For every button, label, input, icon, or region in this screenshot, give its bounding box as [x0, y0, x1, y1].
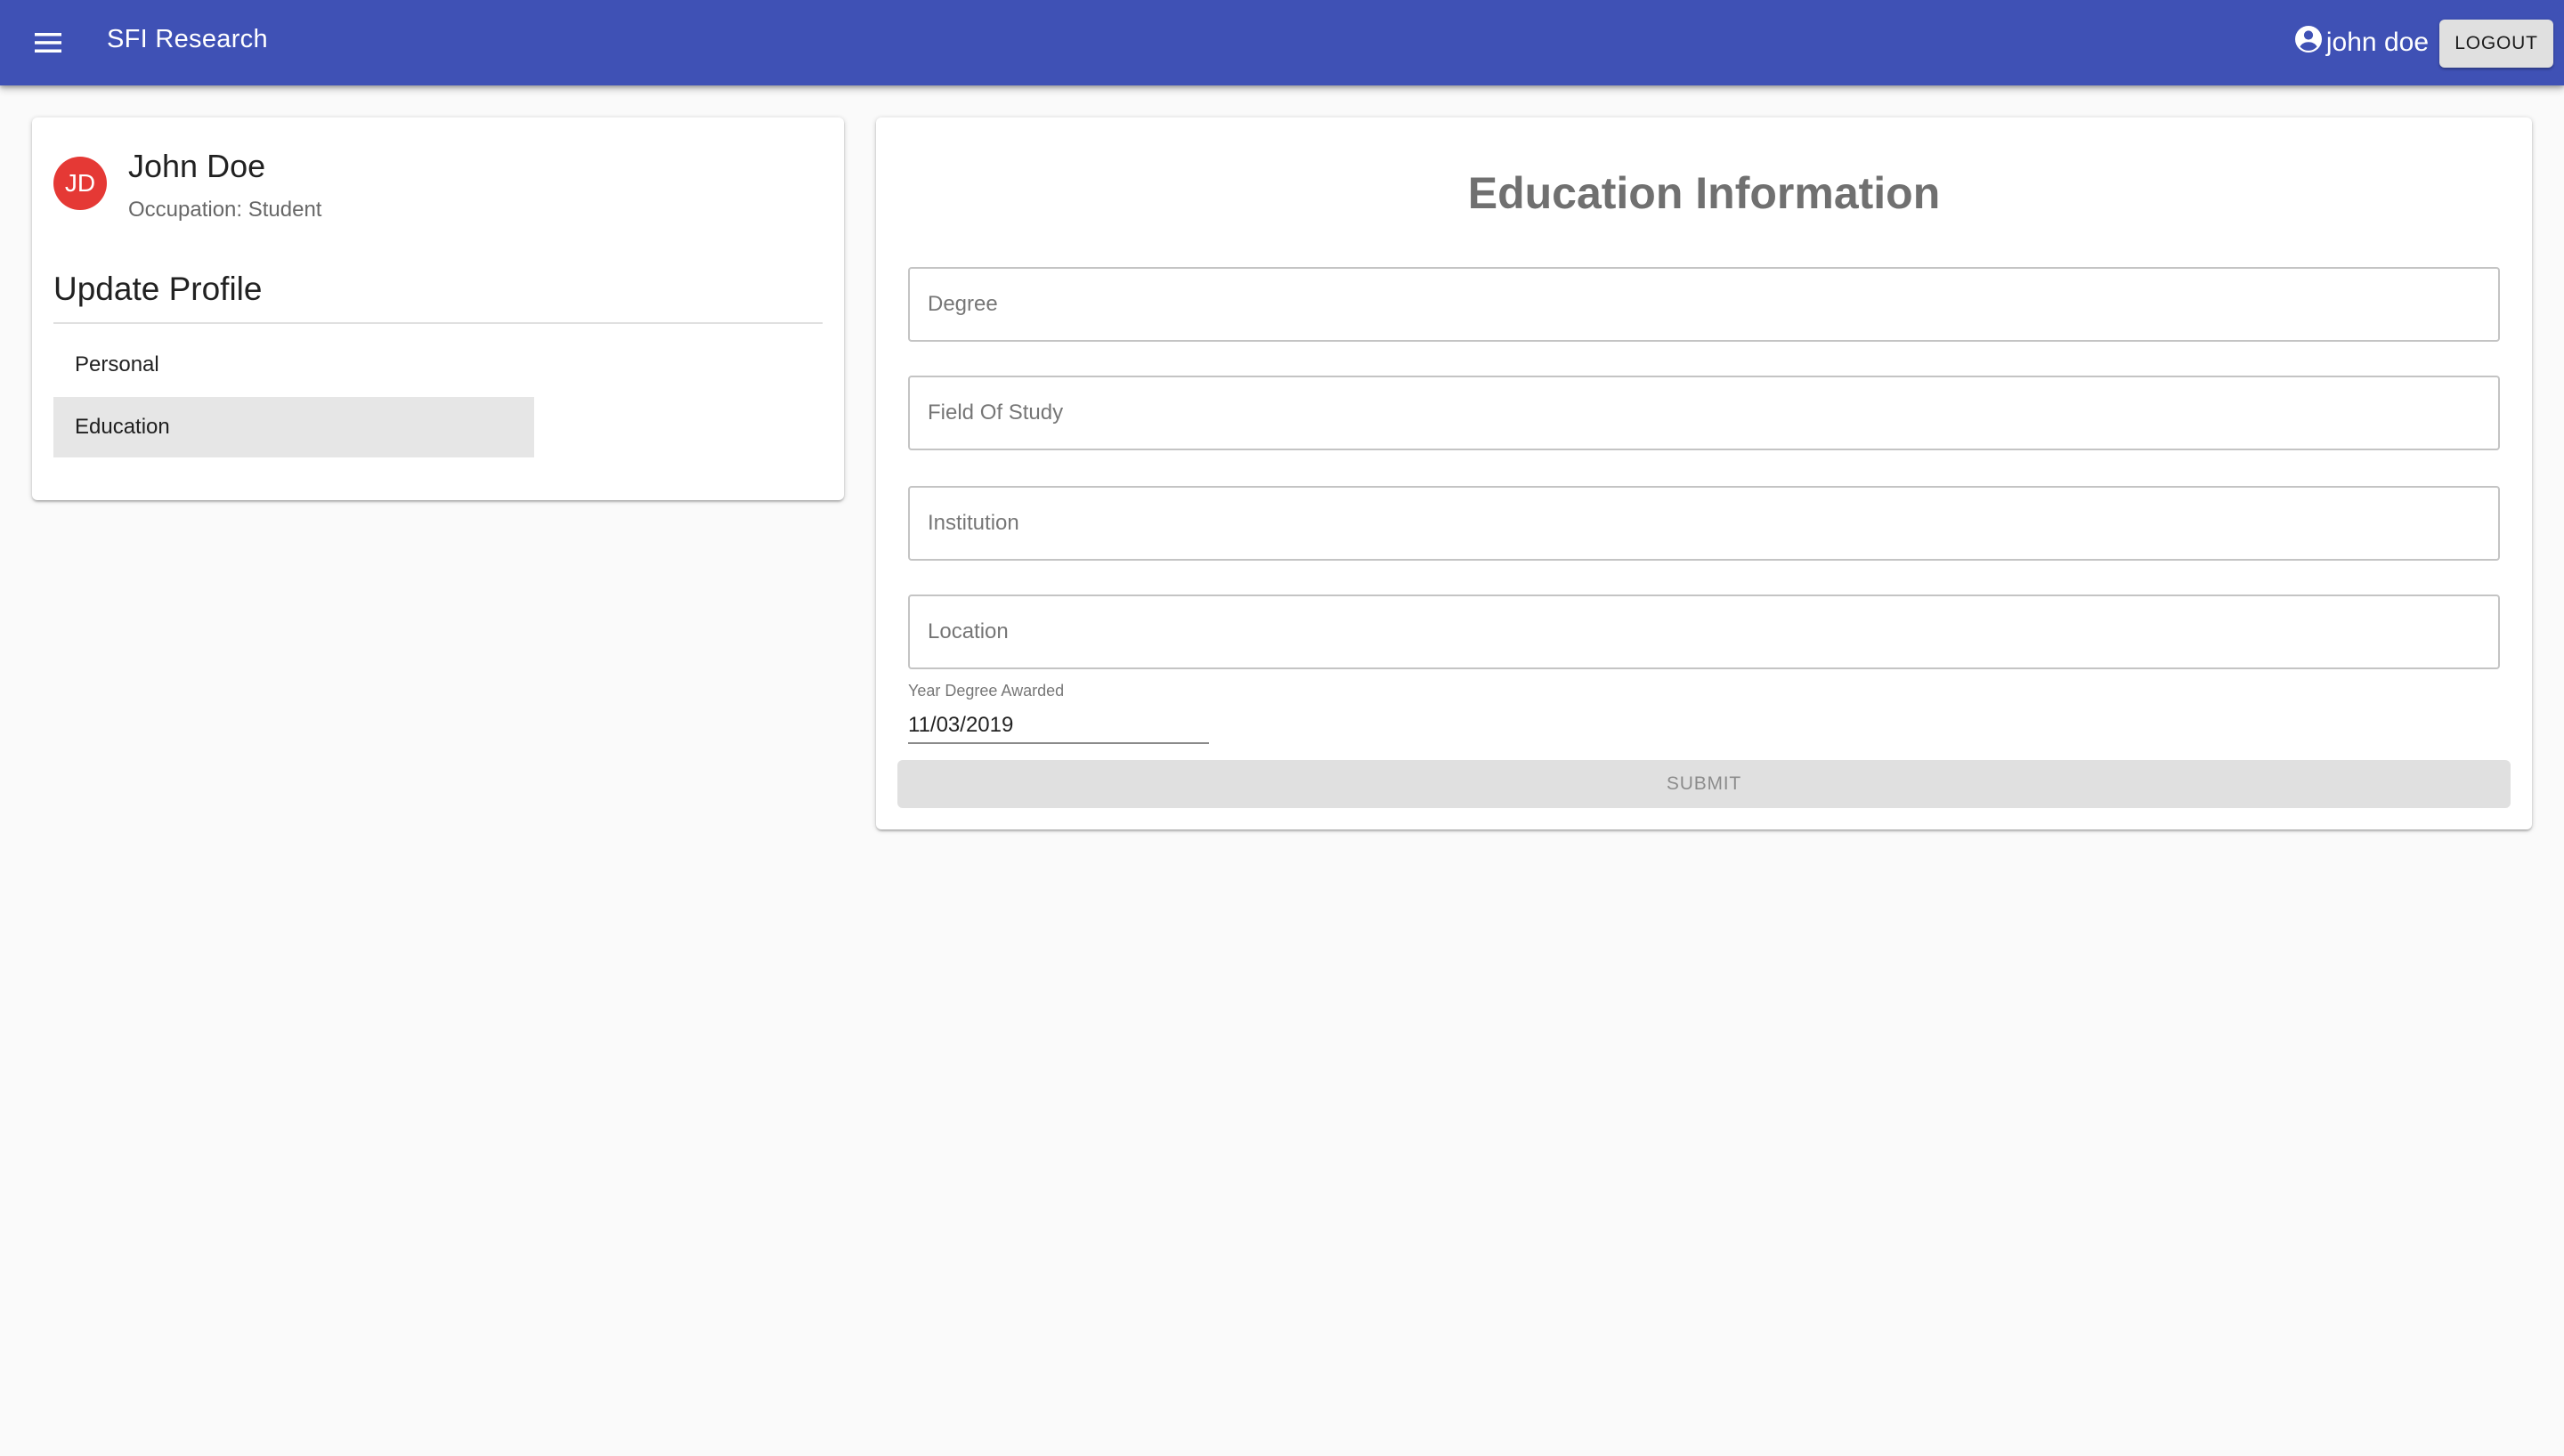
nav-item-label: Education [75, 415, 170, 439]
hamburger-menu-icon[interactable] [27, 21, 69, 64]
avatar: JD [53, 157, 107, 210]
degree-input[interactable] [908, 267, 2500, 342]
update-profile-heading: Update Profile [53, 271, 263, 307]
education-form-card: Education Information Year Degree Awarde… [876, 117, 2532, 829]
user-name: john doe [2325, 28, 2429, 57]
account-circle-icon [2292, 23, 2326, 62]
app-title: SFI Research [107, 25, 268, 53]
nav-item-personal[interactable]: Personal [53, 335, 534, 395]
nav-item-label: Personal [75, 352, 159, 376]
form-title: Education Information [1467, 168, 1941, 218]
year-degree-awarded-label: Year Degree Awarded [908, 682, 1065, 700]
submit-button[interactable]: SUBMIT [897, 760, 2511, 808]
occupation-text: Occupation: Student [128, 198, 322, 222]
logout-button[interactable]: LOGOUT [2439, 20, 2553, 68]
location-input[interactable] [908, 595, 2500, 669]
profile-card: JD John Doe Occupation: Student Update P… [32, 117, 844, 500]
field-of-study-input[interactable] [908, 376, 2500, 450]
app-bar: SFI Research john doe LOGOUT [0, 0, 2564, 85]
divider [53, 322, 823, 324]
user-menu[interactable]: john doe [2292, 23, 2429, 62]
nav-item-education[interactable]: Education [53, 397, 534, 457]
institution-input[interactable] [908, 486, 2500, 561]
profile-name: John Doe [128, 148, 266, 184]
year-degree-awarded-input[interactable] [908, 708, 1209, 744]
